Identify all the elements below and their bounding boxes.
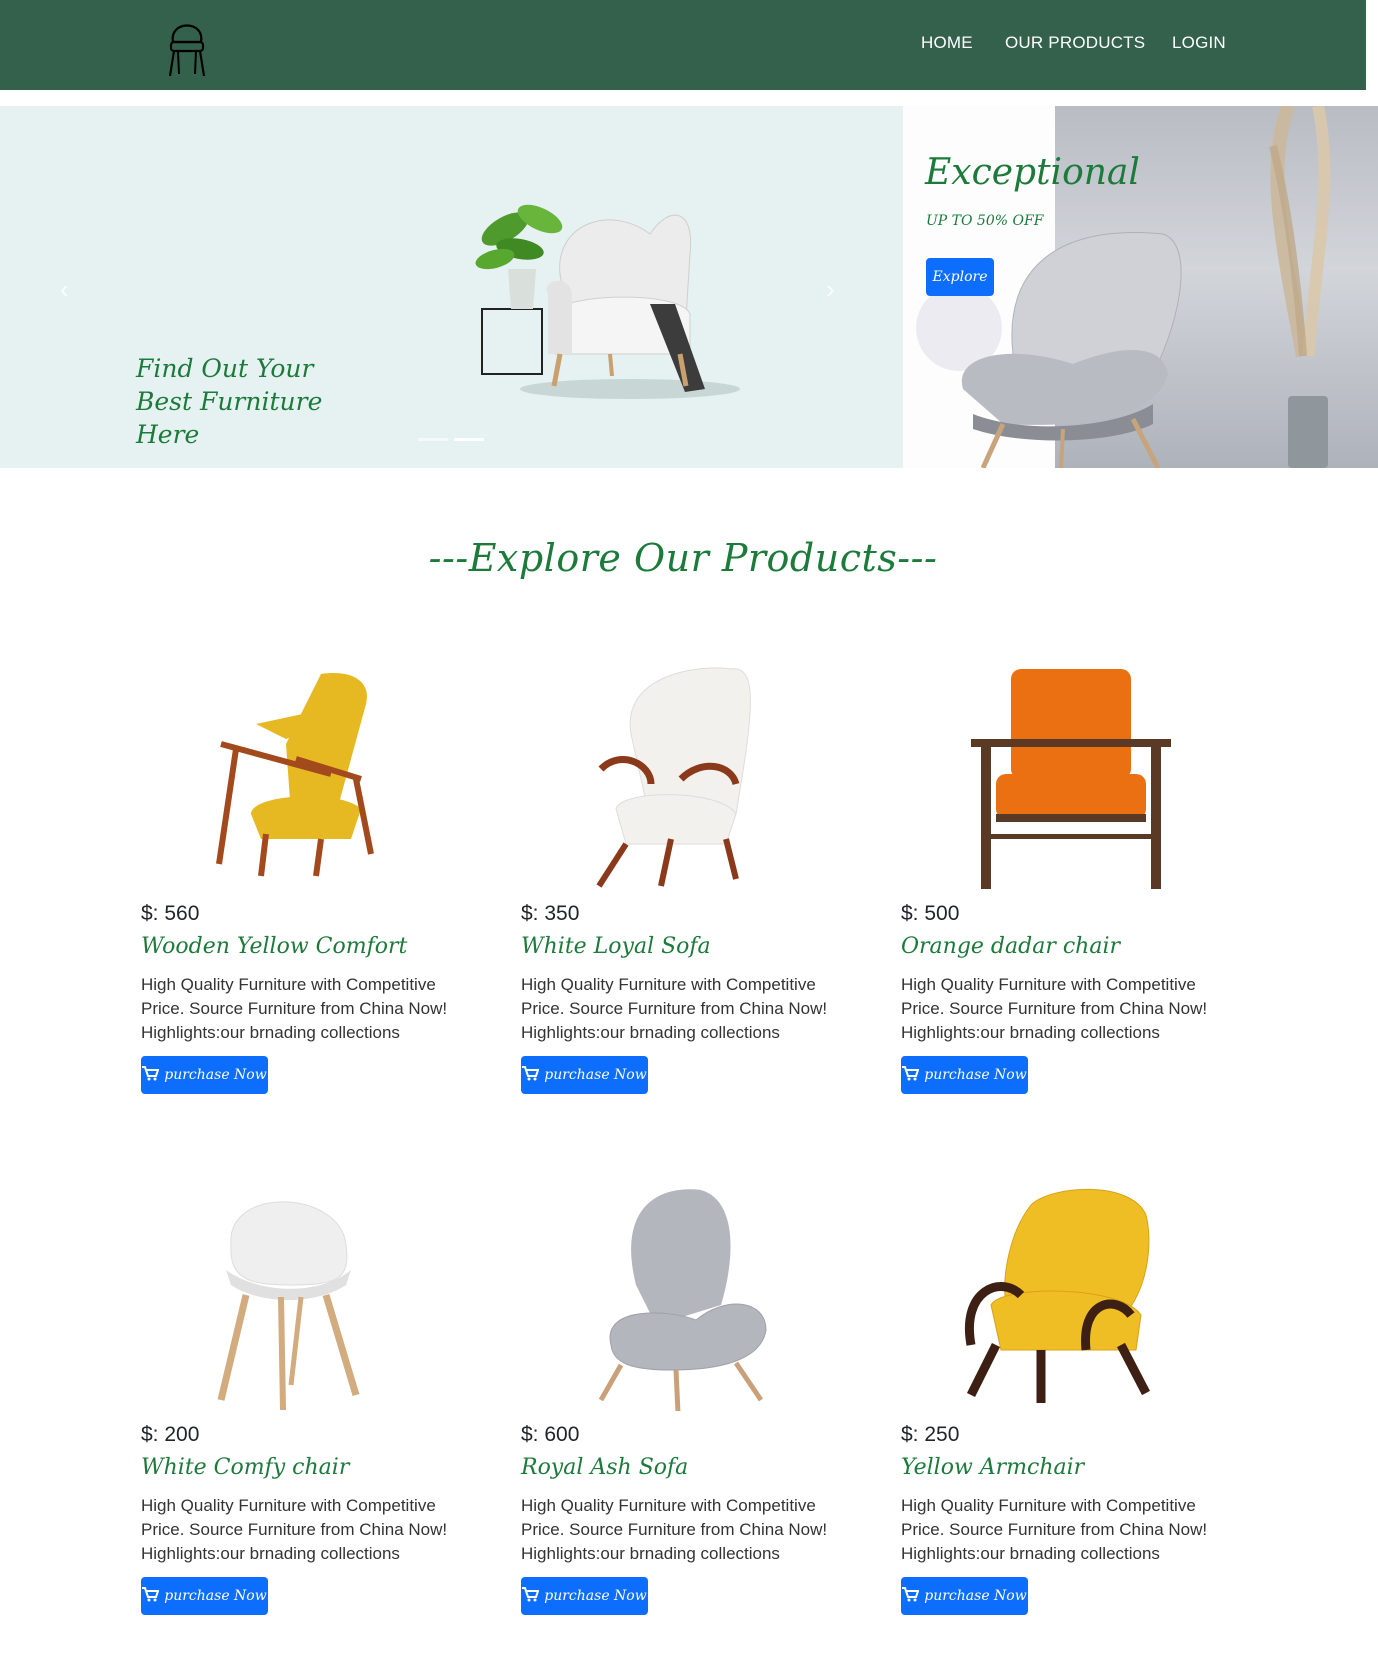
- product-description: High Quality Furniture with Competitive …: [521, 975, 828, 1042]
- cart-icon: [522, 1065, 540, 1085]
- nav-our-products[interactable]: OUR PRODUCTS: [1005, 33, 1145, 53]
- product-name: Wooden Yellow Comfort: [141, 934, 408, 959]
- product-name: White Loyal Sofa: [521, 934, 711, 959]
- carousel-indicator-1[interactable]: [418, 438, 448, 441]
- promo-subtitle: UP TO 50% OFF: [926, 213, 1044, 229]
- hero-chair-image: [475, 204, 740, 399]
- purchase-now-button[interactable]: purchase Now: [901, 1577, 1028, 1615]
- purchase-now-label: purchase Now: [164, 1588, 267, 1604]
- chair-icon[interactable]: [164, 12, 210, 78]
- product-price: $: 250: [901, 1423, 960, 1446]
- cart-icon: [142, 1065, 160, 1085]
- hero-headline: Find Out Your Best Furniture Here: [136, 354, 323, 449]
- product-name: Yellow Armchair: [901, 1455, 1085, 1480]
- purchase-now-label: purchase Now: [924, 1588, 1027, 1604]
- cart-icon: [902, 1586, 920, 1606]
- product-description: High Quality Furniture with Competitive …: [901, 975, 1208, 1042]
- product-price: $: 560: [141, 902, 200, 925]
- product-name: Orange dadar chair: [901, 934, 1121, 959]
- product-price: $: 350: [521, 902, 580, 925]
- cart-icon: [902, 1065, 920, 1085]
- purchase-now-label: purchase Now: [544, 1588, 647, 1604]
- purchase-now-label: purchase Now: [924, 1067, 1027, 1083]
- product-price: $: 600: [521, 1423, 580, 1446]
- explore-button[interactable]: Explore: [926, 258, 994, 296]
- carousel-indicator-2[interactable]: [454, 438, 484, 441]
- product-price: $: 200: [141, 1423, 200, 1446]
- product-description: High Quality Furniture with Competitive …: [901, 1496, 1208, 1563]
- navbar: HOME OUR PRODUCTS LOGIN: [0, 0, 1366, 90]
- purchase-now-button[interactable]: purchase Now: [521, 1577, 648, 1615]
- cart-icon: [142, 1586, 160, 1606]
- product-name: White Comfy chair: [141, 1455, 350, 1480]
- purchase-now-button[interactable]: purchase Now: [901, 1056, 1028, 1094]
- purchase-now-button[interactable]: purchase Now: [521, 1056, 648, 1094]
- purchase-now-button[interactable]: purchase Now: [141, 1577, 268, 1615]
- product-name: Royal Ash Sofa: [521, 1455, 689, 1480]
- promo-banner: Exceptional UP TO 50% OFF Explore: [903, 106, 1378, 468]
- product-description: High Quality Furniture with Competitive …: [521, 1496, 828, 1563]
- section-title: ---Explore Our Products---: [428, 536, 938, 580]
- purchase-now-label: purchase Now: [164, 1067, 267, 1083]
- cart-icon: [522, 1586, 540, 1606]
- product-price: $: 500: [901, 902, 960, 925]
- product-description: High Quality Furniture with Competitive …: [141, 1496, 448, 1563]
- nav-login[interactable]: LOGIN: [1172, 33, 1226, 53]
- pampas-vase-image: [1269, 106, 1331, 468]
- carousel-next-icon[interactable]: ›: [826, 274, 835, 305]
- carousel-prev-icon[interactable]: ‹: [60, 274, 69, 305]
- hero-carousel: ‹ › Find Out Your Best Furniture Here: [0, 106, 903, 468]
- nav-home[interactable]: HOME: [921, 33, 973, 53]
- purchase-now-button[interactable]: purchase Now: [141, 1056, 268, 1094]
- product-description: High Quality Furniture with Competitive …: [141, 975, 448, 1042]
- promo-title: Exceptional: [925, 152, 1140, 193]
- purchase-now-label: purchase Now: [544, 1067, 647, 1083]
